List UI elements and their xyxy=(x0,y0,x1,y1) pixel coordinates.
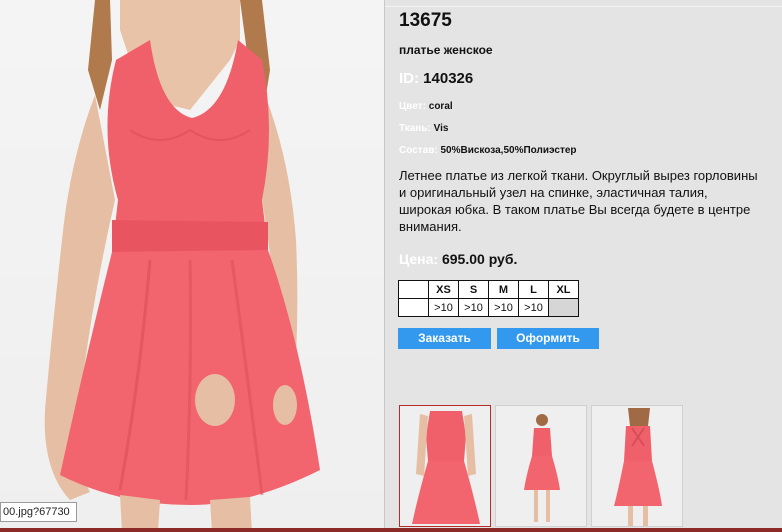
stock-m: >10 xyxy=(488,298,519,317)
composition-attribute: Состав: 50%Вискоза,50%Полиэстер xyxy=(399,145,577,156)
color-attribute: Цвет: coral xyxy=(399,101,453,112)
thumbnail-image xyxy=(496,406,586,526)
product-description: Летнее платье из легкой ткани. Округлый … xyxy=(399,167,782,235)
id-value: 140326 xyxy=(423,70,474,87)
image-url-tooltip: 00.jpg?67730 xyxy=(0,502,77,522)
description-line: Летнее платье из легкой ткани. Округлый … xyxy=(399,168,758,183)
size-stock-row: >10 >10 >10 >10 xyxy=(398,298,579,317)
size-availability-table: XS S M L XL >10 >10 >10 >10 xyxy=(398,280,579,317)
composition-label: Состав: xyxy=(399,145,438,156)
stock-corner-cell xyxy=(398,298,429,317)
thumbnail-back-full[interactable] xyxy=(591,405,683,527)
product-id-row: ID: 140326 xyxy=(399,70,473,87)
main-product-photo[interactable]: 00.jpg?67730 xyxy=(0,0,384,532)
product-info-panel: 13675 платье женское ID: 140326 Цвет: co… xyxy=(385,0,782,532)
size-header-l[interactable]: L xyxy=(518,280,549,299)
checkout-button[interactable]: Оформить xyxy=(497,328,599,349)
price-value: 695.00 руб. xyxy=(441,251,518,267)
stock-s: >10 xyxy=(458,298,489,317)
thumbnail-front-full[interactable] xyxy=(495,405,587,527)
size-header-m[interactable]: M xyxy=(488,280,519,299)
order-button[interactable]: Заказать xyxy=(398,328,491,349)
price-label: Цена: xyxy=(399,251,439,267)
color-value: coral xyxy=(428,101,453,112)
size-header-xs[interactable]: XS xyxy=(428,280,459,299)
thumbnail-image xyxy=(592,406,682,526)
bottom-strip xyxy=(0,528,782,532)
color-label: Цвет: xyxy=(399,101,426,112)
thumbnail-front-closeup[interactable] xyxy=(399,405,491,527)
stock-xl xyxy=(548,298,579,317)
product-code-title: 13675 xyxy=(399,10,452,31)
product-subtitle: платье женское xyxy=(399,43,493,57)
size-header-s[interactable]: S xyxy=(458,280,489,299)
size-header-row: XS S M L XL xyxy=(398,280,579,299)
id-label: ID: xyxy=(399,70,419,87)
stock-l: >10 xyxy=(518,298,549,317)
composition-value: 50%Вискоза,50%Полиэстер xyxy=(440,145,577,156)
panel-top-border xyxy=(385,6,782,7)
product-page: 00.jpg?67730 13675 платье женское ID: 14… xyxy=(0,0,782,532)
size-corner-cell xyxy=(398,280,429,299)
fabric-label: Ткань: xyxy=(399,123,431,134)
size-header-xl[interactable]: XL xyxy=(548,280,579,299)
description-line: широкая юбка. В таком платье Вы всегда б… xyxy=(399,202,751,217)
thumbnail-image xyxy=(400,406,490,526)
fabric-attribute: Ткань: Vis xyxy=(399,123,448,134)
description-line: и оригинальный узел на спинке, эластична… xyxy=(399,185,708,200)
dress-photo-illustration xyxy=(44,0,320,532)
price-row: Цена: 695.00 руб. xyxy=(399,251,517,267)
description-line: внимания. xyxy=(399,219,462,234)
fabric-value: Vis xyxy=(433,123,449,134)
stock-xs: >10 xyxy=(428,298,459,317)
